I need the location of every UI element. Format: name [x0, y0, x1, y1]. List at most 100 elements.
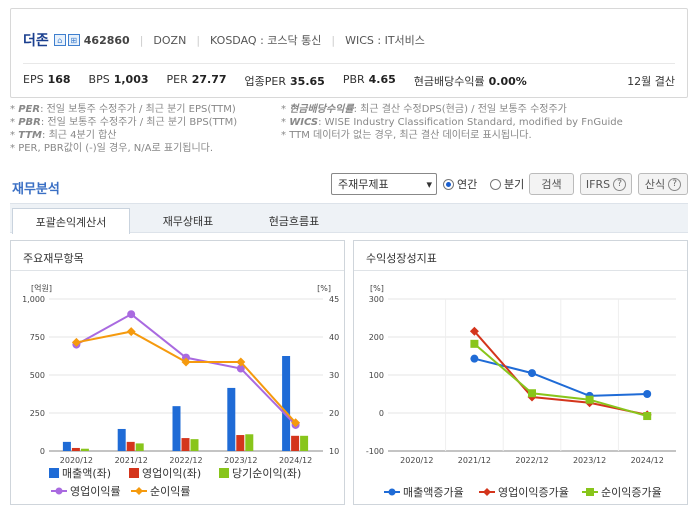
notes-right: * 현금배당수익률: 최근 결산 수정DPS(현금) / 전일 보통주 수정주가…: [281, 103, 623, 142]
ifrs-button[interactable]: IFRS?: [580, 173, 632, 195]
legend-op-margin[interactable]: 영업이익률: [51, 483, 121, 499]
legend-revenue[interactable]: 매출액(좌): [49, 465, 111, 481]
statement-select-value: 주재무제표: [338, 178, 389, 191]
series-line-net-margin: [76, 330, 297, 424]
legend-line-marker: [384, 488, 400, 496]
x-tick-label: 2020/12: [60, 456, 93, 465]
legend-line-marker: [131, 487, 147, 495]
bar-op-income: [181, 438, 190, 451]
y-tick: 200: [369, 333, 384, 342]
note-ttm: * TTM: 최근 4분기 합산: [10, 130, 117, 141]
note-dividend: * 현금배당수익률: 최근 결산 수정DPS(현금) / 전일 보통주 수정주가: [281, 104, 567, 115]
search-button[interactable]: 검색: [529, 173, 574, 195]
point-net-growth: [643, 412, 652, 421]
wics-class: WICS : IT서비스: [345, 34, 425, 47]
chevron-down-icon: ▾: [426, 177, 432, 191]
notes-left: * PER: 전일 보통주 수정주가 / 최근 분기 EPS(TTM) * PB…: [10, 103, 237, 155]
section-title: 재무분석: [12, 182, 60, 197]
stat-pbr: PBR 4.65: [342, 73, 396, 86]
y-left-tick: 0: [40, 447, 45, 456]
y-tick: -100: [366, 447, 384, 456]
stat-dividend-yield: 현금배당수익률 0.00%: [413, 75, 527, 88]
series-line-op-margin: [75, 313, 297, 426]
legend-revenue-growth[interactable]: 매출액증가율: [384, 484, 464, 500]
x-tick-label: 2022/12: [515, 456, 548, 465]
bar-revenue: [282, 356, 291, 451]
company-name[interactable]: 더존: [23, 30, 49, 50]
bar-revenue: [62, 441, 71, 451]
tab-cash-flow[interactable]: 현금흐름표: [244, 208, 344, 234]
legend-swatch: [129, 468, 139, 478]
y-right-unit: [%]: [317, 284, 331, 293]
x-tick-label: 2024/12: [279, 456, 312, 465]
radio-empty-icon: [490, 178, 501, 190]
point-revenue-growth: [470, 354, 479, 363]
legend-swatch: [49, 468, 59, 478]
bar-net-income: [135, 443, 144, 451]
bar-net-income: [245, 434, 254, 451]
legend-line-marker: [582, 488, 598, 496]
legend-swatch: [219, 468, 229, 478]
y-tick: 300: [369, 295, 384, 304]
point-net-margin: [126, 327, 136, 337]
bar-op-income: [71, 447, 80, 451]
bar-op-income: [291, 435, 300, 451]
financial-items-panel: 주요재무항목 [억원] [%] 0 250 500 750 1,000 10 20 30 40 4…: [10, 240, 345, 505]
radio-selected-icon: [443, 178, 454, 190]
stat-industry-per: 업종PER 35.65: [244, 75, 325, 88]
tab-income-statement[interactable]: 포괄손익계산서: [12, 208, 130, 234]
legend-op-growth[interactable]: 영업이익증가율: [479, 484, 569, 500]
y-unit: [%]: [370, 284, 384, 293]
legend-net-margin[interactable]: 순이익률: [131, 483, 190, 499]
y-right-tick: 30: [329, 371, 339, 380]
x-tick-label: 2021/12: [458, 456, 491, 465]
y-tick: 0: [379, 409, 384, 418]
x-tick-label: 2021/12: [115, 456, 148, 465]
bar-revenue: [172, 406, 181, 451]
stat-per: PER 27.77: [166, 73, 227, 86]
formula-button[interactable]: 산식?: [638, 173, 688, 195]
divider: |: [196, 33, 201, 47]
ticker: DOZN: [153, 33, 187, 47]
tab-balance-sheet[interactable]: 재무상태표: [138, 208, 238, 234]
note-wics: * WICS: WISE Industry Classification Sta…: [281, 117, 623, 128]
ir-icon[interactable]: ⊞: [67, 34, 80, 46]
point-net-growth: [585, 395, 594, 404]
bar-net-income: [300, 435, 309, 451]
note-na: * PER, PBR값이 (-)일 경우, N/A로 표기됩니다.: [10, 143, 214, 154]
x-tick-label: 2024/12: [631, 456, 664, 465]
bar-op-income: [236, 435, 245, 451]
point-revenue-growth: [643, 390, 652, 398]
bar-revenue: [227, 387, 236, 451]
legend-line-marker: [51, 487, 67, 495]
y-left-tick: 500: [30, 371, 45, 380]
company-header: 더존 ⌂ ⊞ 462860 | DOZN | KOSDAQ : 코스닥 통신 |…: [10, 8, 688, 98]
legend-op-income[interactable]: 영업이익(좌): [129, 465, 201, 481]
legend-net-income[interactable]: 당기순이익(좌): [219, 465, 301, 481]
stat-eps: EPS 168: [23, 73, 71, 86]
divider: |: [331, 33, 336, 47]
y-left-unit: [억원]: [31, 283, 52, 293]
y-right-tick: 45: [329, 295, 339, 304]
point-net-growth: [470, 339, 479, 348]
home-icon[interactable]: ⌂: [53, 34, 66, 46]
market: KOSDAQ : 코스닥 통신: [210, 34, 322, 47]
statement-select[interactable]: 주재무제표 ▾: [331, 173, 437, 195]
bar-revenue: [117, 428, 126, 451]
quarter-radio[interactable]: 분기: [490, 173, 524, 195]
y-right-tick: 20: [329, 409, 339, 418]
bar-op-income: [126, 441, 135, 451]
y-left-tick: 250: [30, 409, 45, 418]
stat-bps: BPS 1,003: [88, 73, 149, 86]
y-tick: 100: [369, 371, 384, 380]
growth-indicators-chart: -100 0 100 200 300 [%] 2020/12 2021/12 2022/12 20…: [366, 284, 676, 465]
annual-radio[interactable]: 연간: [443, 173, 477, 195]
bar-net-income: [190, 439, 199, 451]
point-net-growth: [528, 389, 536, 398]
y-left-tick: 1,000: [22, 295, 45, 304]
x-tick-label: 2020/12: [400, 456, 433, 465]
help-icon: ?: [613, 177, 627, 191]
legend-net-growth[interactable]: 순이익증가율: [582, 484, 662, 500]
divider: |: [139, 33, 144, 47]
help-icon: ?: [668, 177, 682, 191]
